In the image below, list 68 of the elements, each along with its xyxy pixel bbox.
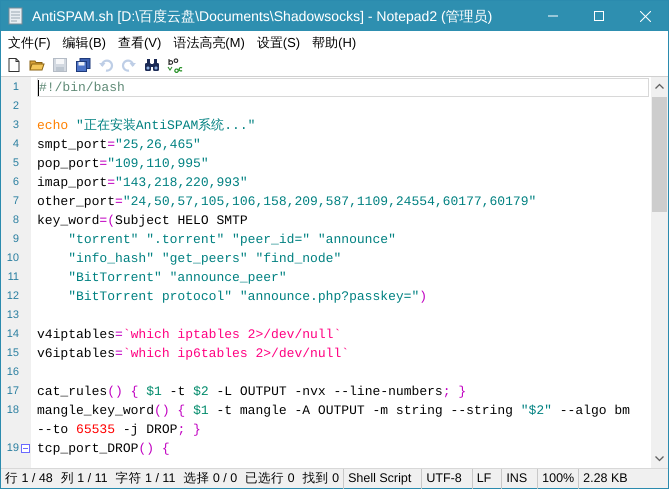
fold-toggle[interactable]	[21, 444, 30, 453]
line-number: 9	[12, 232, 19, 248]
line-number: 8	[12, 213, 19, 228]
status-item: 选择 0 / 0	[182, 470, 238, 488]
menu-item[interactable]: 帮助(H)	[306, 32, 362, 54]
line-number: 3	[12, 118, 19, 134]
line-number: 5	[12, 156, 19, 172]
document-button[interactable]	[6, 57, 22, 73]
code-line: "BitTorrent" "announce_peer"	[67, 268, 287, 287]
binoculars-button[interactable]	[144, 57, 160, 73]
line-number: 19	[6, 441, 19, 456]
menu-item[interactable]: 文件(F)	[2, 32, 57, 54]
line-number: 7	[12, 194, 19, 210]
scrollbar-thumb[interactable]	[652, 97, 667, 212]
line-number: 2	[12, 99, 19, 114]
status-item: 找到 0	[302, 470, 340, 488]
notepad-icon	[8, 7, 24, 25]
scroll-up-icon[interactable]	[655, 83, 664, 89]
code-line: --to 65535 -j DROP; }	[37, 420, 201, 439]
code-line: echo "正在安装AntiSPAM系统..."	[37, 116, 256, 135]
menu-item[interactable]: 语法高亮(M)	[167, 32, 251, 54]
code-line: "info_hash" "get_peers" "find_node"	[67, 250, 342, 268]
line-number: 18	[6, 403, 19, 418]
status-item: 字符 1 / 11	[114, 470, 176, 488]
code-line: "BitTorrent protocol" "announce.php?passkey=")	[67, 288, 428, 306]
line-number: 13	[6, 308, 19, 324]
line-number: 12	[6, 289, 19, 304]
status-item: 已选行 0	[244, 470, 296, 488]
code-line: v4iptables=`which iptables 2>/dev/null`	[37, 326, 342, 344]
scroll-down-icon[interactable]	[655, 456, 664, 462]
status-item: 列 1 / 11	[60, 470, 109, 488]
line-number: 15	[6, 346, 19, 362]
line-number: 11	[8, 270, 19, 286]
menu-item[interactable]: 设置(S)	[250, 32, 306, 54]
code-line: #!/bin/bash	[39, 78, 125, 97]
code-line: smpt_port="25,26,465"	[37, 136, 201, 154]
code-line: other_port="24,50,57,105,106,158,209,587,1109,24554,60177,60179"	[37, 192, 536, 211]
code-line: v6iptables=`which ip6tables 2>/dev/null`	[37, 344, 350, 363]
status-item: INS	[501, 468, 538, 488]
replace-letters-button[interactable]	[167, 57, 183, 73]
window-title: AntiSPAM.sh [D:\百度云盘\Documents\Shadowsocks] - Notepad2 (管理员)	[32, 6, 492, 26]
status-item: 行 1 / 48	[4, 470, 54, 488]
close-icon	[640, 10, 650, 22]
code-line: imap_port="143,218,220,993"	[37, 174, 248, 192]
code-line: cat_rules() { $1 -t $2 -L OUTPUT -nvx --line-numbers; }	[37, 382, 466, 401]
status-item: 100%	[537, 468, 578, 488]
text-cursor	[38, 80, 39, 96]
line-number: 6	[12, 175, 19, 190]
code-line: key_word=(Subject HELO SMTP	[37, 212, 248, 230]
code-line: mangle_key_word() { $1 -t mangle -A OUTPUT -m string --string "$2" --algo bm	[37, 402, 630, 420]
line-number: 10	[6, 251, 19, 266]
maximize-icon	[594, 11, 604, 21]
status-item: 2.28 KB	[578, 468, 632, 488]
code-line: "torrent" ".torrent" "peer_id=" "announce"	[67, 230, 396, 249]
status-item: UTF-8	[421, 468, 472, 488]
line-number: 17	[6, 384, 19, 400]
code-line: tcp_port_DROP() {	[37, 440, 170, 458]
stacked-disks-button[interactable]	[75, 57, 91, 73]
status-item: Shell Script	[343, 468, 422, 488]
menu-item[interactable]: 编辑(B)	[56, 32, 112, 54]
scrollbar[interactable]	[651, 77, 668, 468]
line-number: 4	[12, 137, 19, 152]
line-number: 1	[12, 80, 19, 96]
status-item: LF	[472, 468, 502, 488]
menu-item[interactable]: 查看(V)	[112, 32, 168, 54]
code-line: pop_port="109,110,995"	[37, 154, 209, 173]
line-number: 16	[6, 365, 19, 380]
line-number: 14	[6, 327, 19, 342]
